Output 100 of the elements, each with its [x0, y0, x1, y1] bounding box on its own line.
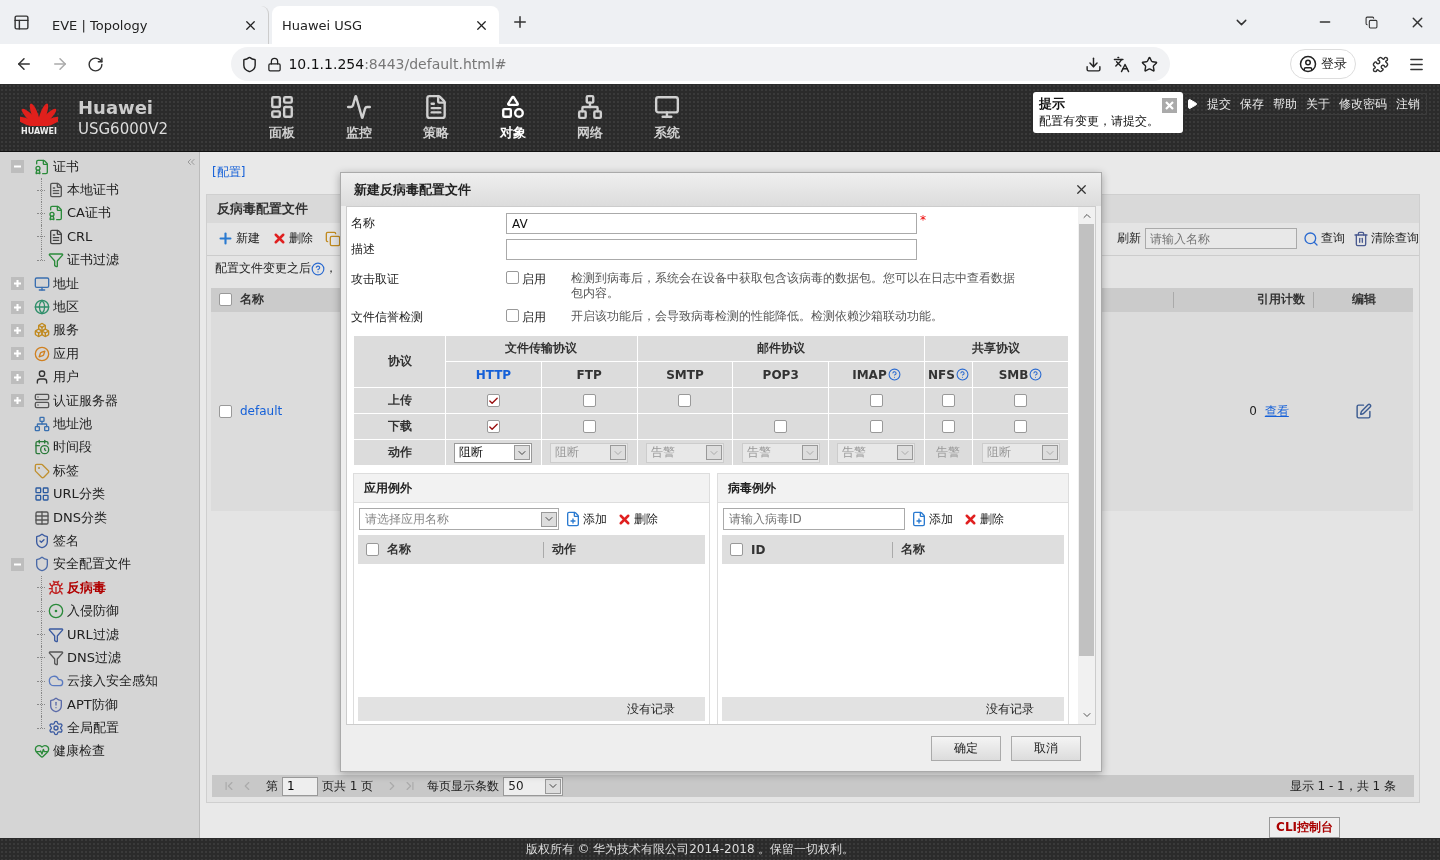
- checkbox[interactable]: [582, 420, 596, 433]
- checkbox[interactable]: [486, 394, 500, 407]
- nav-tab[interactable]: 面板: [243, 93, 320, 142]
- tree-item[interactable]: 地址: [53, 274, 79, 293]
- tree-item[interactable]: 证书: [53, 157, 79, 176]
- tab-list-icon[interactable]: [12, 13, 30, 31]
- extensions-icon[interactable]: [1371, 55, 1389, 73]
- delete-button[interactable]: 删除: [272, 230, 313, 248]
- tree-item[interactable]: 证书过滤: [67, 251, 119, 270]
- header-link[interactable]: 注销: [1396, 95, 1420, 113]
- delete-icon[interactable]: [617, 511, 632, 527]
- network-icon[interactable]: [576, 93, 603, 120]
- tree-item[interactable]: 入侵防御: [67, 602, 119, 621]
- header-link[interactable]: 修改密码: [1339, 95, 1387, 113]
- header-link[interactable]: 关于: [1306, 95, 1330, 113]
- delete-icon[interactable]: [272, 231, 287, 247]
- close-button[interactable]: [1162, 98, 1177, 113]
- name-field[interactable]: AV: [506, 213, 917, 234]
- collapse-toggle[interactable]: [11, 557, 24, 571]
- checkbox[interactable]: [219, 293, 232, 307]
- tree-item[interactable]: 安全配置文件: [53, 555, 131, 574]
- header-link[interactable]: 帮助: [1273, 95, 1297, 113]
- reload-icon[interactable]: [87, 55, 105, 73]
- virus-id-field[interactable]: 请输入病毒ID: [723, 508, 905, 530]
- action-select[interactable]: 阻断: [454, 442, 533, 463]
- cli-console-button[interactable]: CLI控制台: [1269, 817, 1340, 838]
- star-icon[interactable]: [1141, 55, 1159, 73]
- view-link[interactable]: 查看: [1264, 402, 1289, 420]
- tree-item[interactable]: 时间段: [53, 438, 92, 457]
- expand-toggle[interactable]: [11, 300, 24, 314]
- delete-icon[interactable]: [963, 511, 978, 527]
- add-button[interactable]: 添加: [911, 510, 953, 528]
- header-link[interactable]: 保存: [1240, 95, 1264, 113]
- checkbox[interactable]: [506, 309, 519, 322]
- new-button[interactable]: 新建: [217, 230, 260, 248]
- help-icon[interactable]: [311, 261, 325, 276]
- help-icon[interactable]: [887, 368, 901, 381]
- nav-tab[interactable]: 系统: [628, 93, 705, 142]
- checkbox[interactable]: [582, 394, 596, 407]
- checkbox[interactable]: [774, 420, 788, 433]
- search-field[interactable]: 请输入名称: [1145, 228, 1297, 250]
- tree-item[interactable]: 认证服务器: [53, 391, 118, 410]
- shapes-icon[interactable]: [499, 93, 526, 120]
- tree-item[interactable]: URL过滤: [67, 625, 119, 644]
- expand-toggle[interactable]: [11, 370, 24, 384]
- checkbox[interactable]: [366, 543, 379, 556]
- translate-icon[interactable]: [1113, 55, 1131, 73]
- monitor-icon[interactable]: [653, 93, 680, 120]
- expand-toggle[interactable]: [11, 277, 24, 291]
- refresh-button[interactable]: 刷新: [1117, 230, 1141, 248]
- tree-item[interactable]: 地区: [53, 298, 79, 317]
- expand-toggle[interactable]: [11, 347, 24, 361]
- tree-item[interactable]: DNS过滤: [67, 648, 121, 667]
- header-link[interactable]: 提交: [1207, 95, 1231, 113]
- nav-tab[interactable]: 策略: [397, 93, 474, 142]
- cancel-button[interactable]: 取消: [1011, 735, 1081, 761]
- delete-button[interactable]: 删除: [617, 510, 658, 528]
- page-field[interactable]: 1: [282, 776, 318, 796]
- tree-item[interactable]: CRL: [67, 229, 93, 245]
- tree-item[interactable]: 本地证书: [67, 181, 119, 200]
- add-button[interactable]: 添加: [565, 510, 607, 528]
- checkbox[interactable]: [506, 271, 519, 284]
- tree-item[interactable]: 云接入安全感知: [67, 672, 158, 691]
- checkbox[interactable]: [869, 394, 883, 407]
- address-bar[interactable]: 10.1.1.254:8443/default.html#: [231, 47, 1171, 81]
- app-select[interactable]: 请选择应用名称: [359, 508, 559, 530]
- help-icon[interactable]: [1029, 368, 1043, 381]
- collapse-toggle[interactable]: [11, 160, 24, 174]
- download-icon[interactable]: [1085, 55, 1103, 73]
- new-tab-icon[interactable]: [511, 13, 529, 31]
- expand-toggle[interactable]: [11, 394, 24, 408]
- search-icon[interactable]: [1303, 230, 1319, 247]
- nav-tab[interactable]: 对象: [474, 93, 551, 142]
- checkbox[interactable]: [942, 394, 955, 407]
- checkbox[interactable]: [219, 404, 232, 418]
- description-field[interactable]: [506, 239, 917, 260]
- checkbox[interactable]: [1014, 420, 1028, 433]
- plus-icon[interactable]: [217, 230, 234, 248]
- tree-item[interactable]: 标签: [53, 461, 79, 480]
- clear-query-button[interactable]: 清除查询: [1353, 230, 1419, 248]
- tree-item[interactable]: DNS分类: [53, 508, 107, 527]
- collapse-icon[interactable]: [185, 156, 197, 168]
- restore-icon[interactable]: [1364, 15, 1378, 29]
- tree-item[interactable]: 反病毒: [67, 578, 106, 597]
- close-icon[interactable]: [1074, 182, 1089, 197]
- tree-item[interactable]: 健康检查: [53, 742, 105, 761]
- confirm-button[interactable]: 确定: [931, 735, 1001, 761]
- dashboard-icon[interactable]: [268, 93, 295, 120]
- monitor-chart-icon[interactable]: [345, 93, 372, 120]
- nav-tab[interactable]: 网络: [551, 93, 628, 142]
- query-button[interactable]: 查询: [1303, 230, 1345, 248]
- edit-icon[interactable]: [1354, 402, 1372, 420]
- file-plus-icon[interactable]: [911, 511, 927, 527]
- scrollbar-thumb[interactable]: [1079, 224, 1094, 656]
- checkbox[interactable]: [730, 543, 743, 556]
- tree-item[interactable]: 签名: [53, 531, 79, 550]
- help-icon[interactable]: [955, 368, 969, 381]
- file-plus-icon[interactable]: [565, 511, 581, 527]
- tree-item[interactable]: 应用: [53, 344, 79, 363]
- checkbox[interactable]: [869, 420, 883, 433]
